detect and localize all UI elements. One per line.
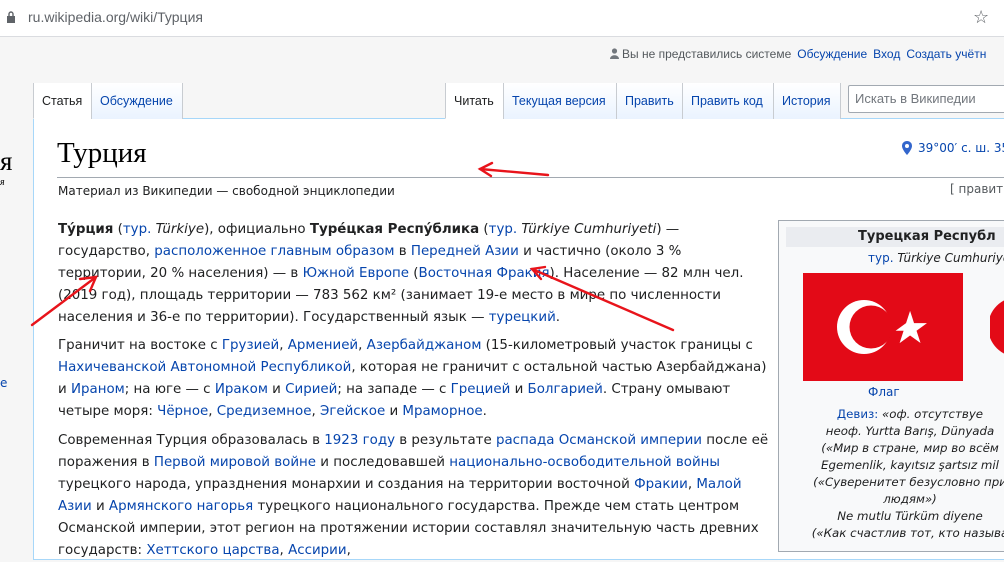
motto-line: («Мир в стране, мир во всём	[821, 441, 999, 455]
article-link[interactable]: Первой мировой войне	[154, 455, 316, 470]
article-link[interactable]: национально-освободительной войны	[449, 455, 720, 470]
article-link[interactable]: распада Османской империи	[496, 433, 702, 448]
article-link[interactable]: Армянского нагорья	[109, 499, 253, 514]
article-link[interactable]: Хеттского царства	[146, 543, 279, 558]
tab-article[interactable]: Статья	[33, 83, 92, 119]
motto-line: («Суверенитет безусловно при	[813, 475, 1004, 489]
search-input[interactable]: Искать в Википедии	[848, 85, 1004, 113]
article-link[interactable]: Арменией	[288, 338, 358, 353]
article-link[interactable]: тур.	[123, 222, 151, 237]
flag-caption-link[interactable]: Флаг	[868, 385, 900, 399]
lock-icon[interactable]	[6, 11, 16, 23]
motto-line: «оф. отсутствуе	[882, 407, 984, 421]
article-link[interactable]: Средиземное	[217, 404, 312, 419]
article-link[interactable]: Ираном	[71, 382, 125, 397]
infobox-title: Турецкая Республ	[786, 227, 1004, 247]
article-link[interactable]: Чёрное	[157, 404, 208, 419]
article-link[interactable]: Восточная Фракия	[419, 266, 550, 281]
article-paragraph: Ту́рция (тур. Türkiye), официально Туре́…	[58, 222, 744, 325]
article-link[interactable]: Южной Европе	[303, 266, 409, 281]
infobox-native-name: Türkiye Cumhuriyet	[897, 251, 1004, 265]
personal-toolbar: Вы не представились системе Обсуждение Вхо…	[610, 47, 992, 61]
article-link[interactable]: Грецией	[451, 382, 511, 397]
article-paragraph: Современная Турция образовалась в 1923 г…	[58, 433, 769, 558]
tab-edit-code[interactable]: Править код	[682, 83, 774, 119]
article-link[interactable]: Болгарией	[528, 382, 603, 397]
url-text[interactable]: ru.wikipedia.org/wiki/Турция	[28, 9, 203, 25]
infobox-subtitle: тур. Türkiye Cumhuriyet	[868, 251, 1004, 265]
talk-link[interactable]: Обсуждение	[797, 47, 867, 61]
wikipedia-logo-tagline-fragment: я	[0, 177, 5, 188]
infobox-motto: Девиз: «оф. отсутствуе неоф. Yurtta Barış…	[810, 406, 1004, 542]
location-pin-icon	[902, 141, 912, 155]
wikipedia-logo-fragment[interactable]: я	[0, 146, 12, 177]
edit-section-link[interactable]: [ править	[950, 182, 1004, 196]
title-divider	[57, 177, 1004, 178]
article-link[interactable]: Передней Азии	[411, 244, 519, 259]
article-link[interactable]: турецкий	[489, 310, 556, 325]
tab-history[interactable]: История	[773, 83, 841, 119]
coordinates-text[interactable]: 39°00′ с. ш. 35°	[918, 141, 1004, 155]
motto-line: Egemenlik, kayıtsız şartsız mil	[821, 458, 999, 472]
article-link[interactable]: Нахичеванской Автономной Республикой	[58, 360, 351, 375]
foreign-term: Türkiye Cumhuriyeti	[521, 222, 657, 237]
article-link[interactable]: Грузией	[222, 338, 279, 353]
bookmark-star-icon[interactable]: ☆	[973, 7, 989, 28]
article-paragraph: Граничит на востоке с Грузией, Арменией,…	[58, 338, 767, 419]
article-link[interactable]: Ираком	[215, 382, 268, 397]
article-link[interactable]: Ассирии	[288, 543, 347, 558]
motto-line: Ne mutlu Türküm diyene	[837, 509, 983, 523]
tab-read[interactable]: Читать	[445, 83, 503, 119]
article-link[interactable]: Эгейское	[320, 404, 385, 419]
site-tagline: Материал из Википедии — свободной энцикл…	[58, 184, 395, 198]
tab-discussion[interactable]: Обсуждение	[91, 83, 183, 119]
bold-term: Ту́рция	[58, 222, 114, 237]
login-link[interactable]: Вход	[873, 47, 900, 61]
article-link[interactable]: Мраморное	[402, 404, 482, 419]
tab-current-version[interactable]: Текущая версия	[503, 83, 616, 119]
infobox-lang-link[interactable]: тур.	[868, 251, 894, 265]
article-link[interactable]: Азербайджаном	[367, 338, 482, 353]
coordinates-link[interactable]: 39°00′ с. ш. 35°	[902, 141, 1004, 155]
article-link[interactable]: Фракии	[634, 477, 688, 492]
tab-edit[interactable]: Править	[616, 83, 683, 119]
sidebar-link-fragment[interactable]: е	[0, 376, 7, 390]
article-link[interactable]: 1923 году	[324, 433, 395, 448]
motto-line: неоф. Yurtta Barış, Dünyada	[825, 424, 995, 438]
coat-of-arms-image[interactable]	[990, 296, 1004, 358]
bold-term: Туре́цкая Респу́блика	[309, 222, 480, 237]
user-icon	[610, 48, 619, 59]
foreign-term: Türkiye	[155, 222, 205, 237]
page-title: Турция	[57, 137, 147, 169]
article-link[interactable]: расположенное главным образом	[154, 244, 394, 259]
create-account-link[interactable]: Создать учётн	[906, 47, 986, 61]
motto-line: людям»)	[883, 492, 937, 506]
article-link[interactable]: Сирией	[285, 382, 337, 397]
motto-label-link[interactable]: Девиз:	[837, 407, 882, 421]
turkey-flag-image[interactable]	[803, 273, 963, 381]
not-logged-in-text: Вы не представились системе	[622, 47, 792, 61]
motto-line: («Как счастлив тот, кто называ	[811, 526, 1004, 540]
article-link[interactable]: тур.	[489, 222, 517, 237]
